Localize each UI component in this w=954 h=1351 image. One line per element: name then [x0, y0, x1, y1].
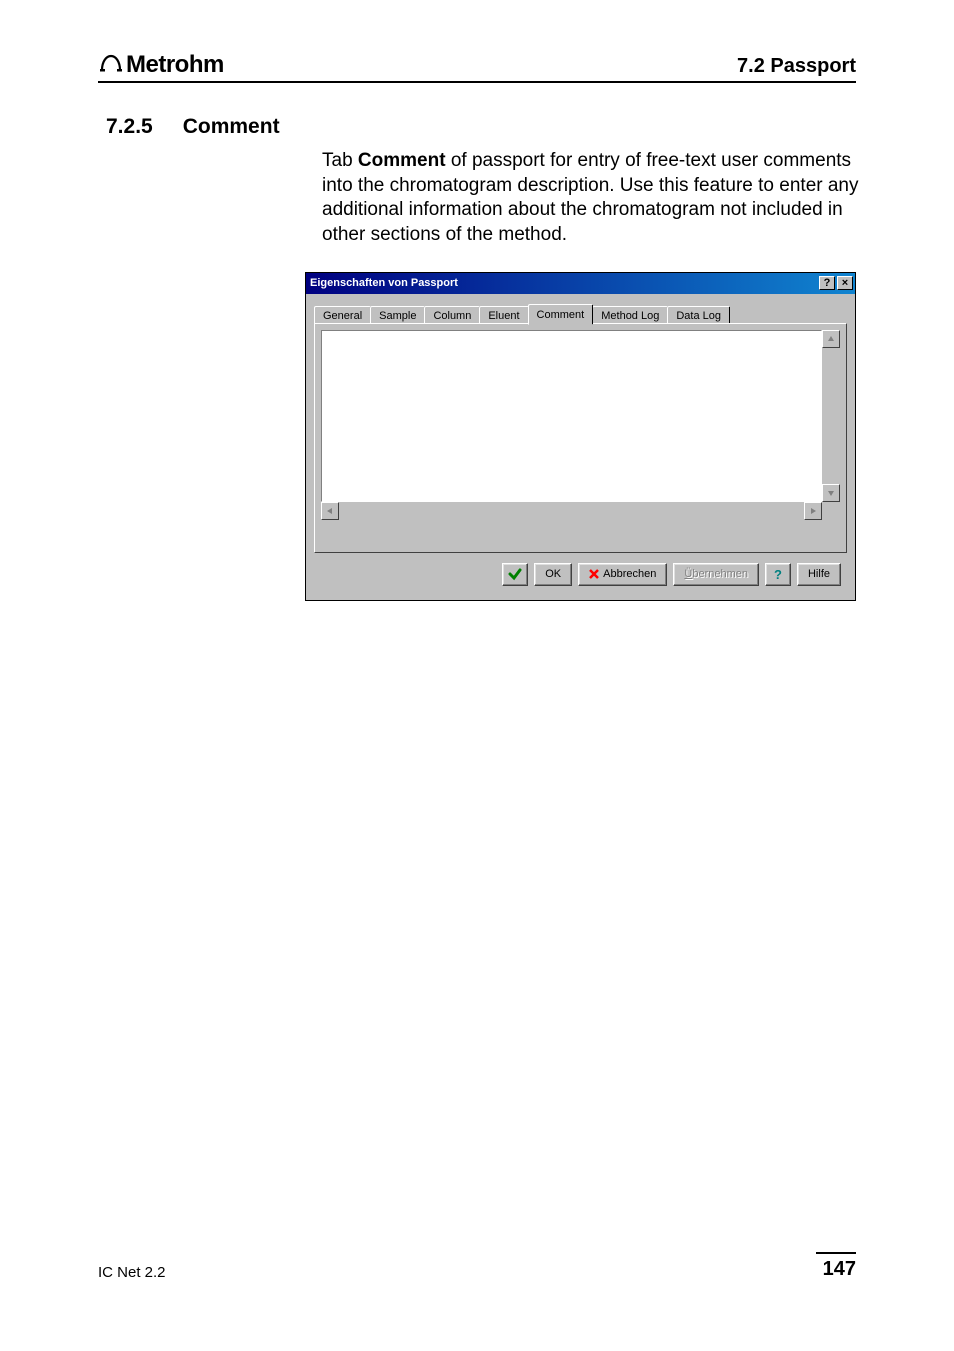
scroll-right-button[interactable] [804, 502, 822, 520]
ok-button[interactable]: OK [534, 563, 572, 586]
titlebar-close-button[interactable]: × [837, 276, 853, 290]
apply-button-label: Übernehmen [684, 568, 748, 580]
cancel-button[interactable]: Abbrechen [578, 563, 667, 586]
dialog-body: General Sample Column Eluent Comment Met… [306, 294, 855, 600]
page-number: 147 [816, 1252, 856, 1281]
scroll-up-button[interactable] [822, 330, 840, 348]
apply-button[interactable]: Übernehmen [673, 563, 759, 586]
ok-button-label: OK [545, 568, 561, 580]
tab-comment[interactable]: Comment [528, 304, 594, 325]
para-bold: Comment [358, 150, 446, 171]
triangle-up-icon [827, 335, 835, 343]
scrollbar-corner [822, 502, 840, 520]
horizontal-scrollbar[interactable] [321, 502, 822, 520]
tab-sample[interactable]: Sample [370, 306, 425, 324]
scroll-left-button[interactable] [321, 502, 339, 520]
vertical-scrollbar[interactable] [822, 330, 840, 502]
triangle-left-icon [326, 507, 334, 515]
section-number: 7.2.5 [106, 115, 153, 139]
page-header: Metrohm 7.2 Passport [98, 50, 856, 83]
check-icon [508, 567, 522, 581]
question-icon: ? [774, 567, 782, 582]
titlebar-help-button[interactable]: ? [819, 276, 835, 290]
comment-textarea[interactable] [321, 330, 822, 502]
tab-eluent[interactable]: Eluent [479, 306, 528, 324]
section-paragraph: Tab Comment of passport for entry of fre… [322, 149, 862, 248]
tab-data-log[interactable]: Data Log [667, 306, 730, 324]
brand-name: Metrohm [126, 51, 224, 79]
document-page: Metrohm 7.2 Passport 7.2.5 Comment Tab C… [0, 0, 954, 1351]
header-section-label: 7.2 Passport [737, 55, 856, 78]
comment-textarea-container [321, 330, 840, 520]
footer-product: IC Net 2.2 [98, 1264, 166, 1281]
tab-general[interactable]: General [314, 306, 371, 324]
cancel-button-label: Abbrechen [603, 568, 656, 580]
tab-column[interactable]: Column [424, 306, 480, 324]
triangle-right-icon [809, 507, 817, 515]
triangle-down-icon [827, 489, 835, 497]
tab-method-log[interactable]: Method Log [592, 306, 668, 324]
brand: Metrohm [98, 50, 224, 79]
scroll-down-button[interactable] [822, 484, 840, 502]
dialog-titlebar[interactable]: Eigenschaften von Passport ? × [306, 273, 855, 294]
titlebar-buttons: ? × [819, 276, 853, 290]
help-button-label: Hilfe [808, 568, 830, 580]
ok-check-icon-button[interactable] [502, 563, 528, 586]
para-lead: Tab [322, 150, 358, 171]
tab-panel-comment [314, 323, 847, 553]
dialog-title: Eigenschaften von Passport [310, 277, 458, 289]
help-icon-button[interactable]: ? [765, 563, 791, 586]
tab-strip: General Sample Column Eluent Comment Met… [314, 302, 847, 324]
dialog-button-row: OK Abbrechen Übernehmen ? Hilfe [314, 553, 847, 590]
section-title: Comment [183, 115, 280, 139]
help-button[interactable]: Hilfe [797, 563, 841, 586]
section-heading: 7.2.5 Comment [98, 115, 856, 139]
brand-logo-icon [98, 50, 124, 72]
x-icon [589, 569, 599, 579]
page-footer: IC Net 2.2 147 [98, 1252, 856, 1281]
passport-properties-dialog: Eigenschaften von Passport ? × General S… [305, 272, 856, 601]
